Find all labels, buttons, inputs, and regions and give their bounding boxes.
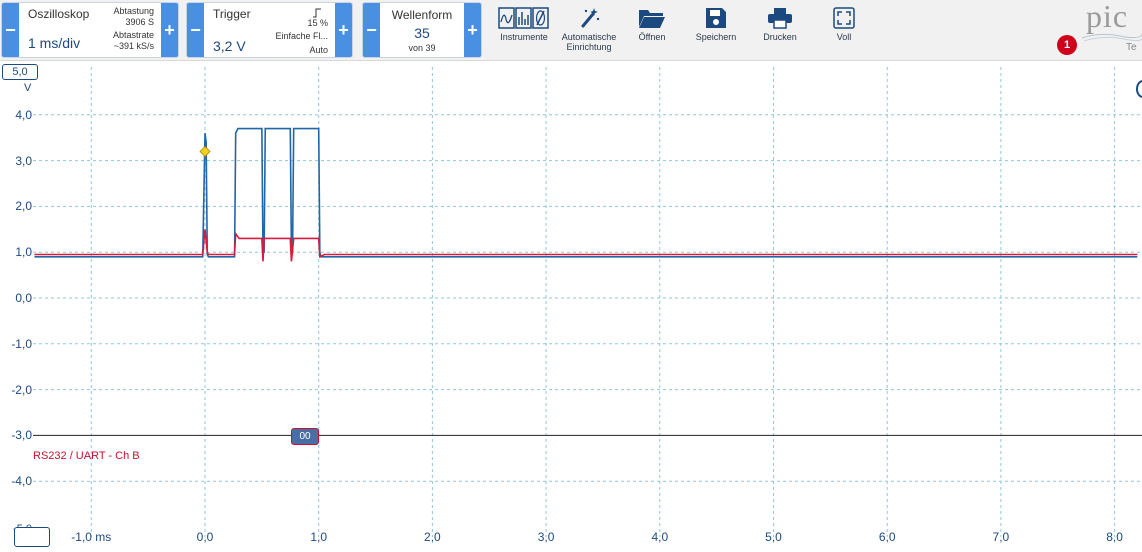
trigger-percent[interactable]: 15 % bbox=[307, 18, 328, 28]
trigger-title: Trigger bbox=[213, 7, 251, 21]
sampling-label: Abtastung bbox=[113, 6, 154, 16]
y-max-handle[interactable]: 5,0 bbox=[2, 64, 38, 80]
company-logo: pic Te bbox=[1080, 2, 1142, 58]
x-tick-label: -1,0 ms bbox=[71, 530, 112, 544]
trigger-auto[interactable]: Auto bbox=[309, 45, 328, 55]
timebase-value[interactable]: 1 ms/div bbox=[28, 35, 80, 51]
timebase-minus-button[interactable]: − bbox=[2, 3, 19, 57]
print-button[interactable]: Drucken bbox=[752, 4, 808, 56]
save-icon bbox=[688, 4, 744, 32]
fullscreen-icon bbox=[816, 4, 872, 32]
rate-value: ~391 kS/s bbox=[113, 41, 154, 51]
x-tick-label: 4,0 bbox=[651, 530, 669, 544]
x-tick-label: 7,0 bbox=[992, 530, 1010, 544]
instruments-icon bbox=[492, 4, 556, 32]
y-tick-label: 2,0 bbox=[15, 199, 32, 214]
y-tick-label: 4,0 bbox=[15, 107, 32, 122]
trigger-mode[interactable]: Einfache Fl... bbox=[275, 31, 328, 41]
rate-label: Abtastrate bbox=[112, 30, 154, 40]
decoder-label: RS232 / UART - Ch B bbox=[33, 450, 140, 462]
trigger-marker[interactable] bbox=[199, 145, 211, 158]
x-tick-label: 8,0 bbox=[1106, 530, 1123, 544]
auto-setup-button[interactable]: Automatische Einrichtung bbox=[558, 4, 620, 56]
trigger-minus-button[interactable]: − bbox=[187, 3, 204, 57]
folder-open-icon bbox=[624, 4, 680, 32]
save-label: Speichern bbox=[695, 32, 737, 42]
print-label: Drucken bbox=[763, 32, 797, 42]
scope-title: Oszilloskop bbox=[28, 7, 90, 21]
y-tick-label: 1,0 bbox=[15, 245, 32, 260]
auto-setup-label-1: Automatische bbox=[561, 32, 617, 42]
notification-badge[interactable]: 1 bbox=[1057, 35, 1077, 55]
y-tick-label: -4,0 bbox=[11, 474, 32, 489]
decoder-packet[interactable]: 00 bbox=[291, 428, 319, 445]
x-tick-label: 6,0 bbox=[878, 530, 896, 544]
x-tick-label: 1,0 bbox=[310, 530, 328, 544]
open-label: Öffnen bbox=[638, 32, 666, 42]
logo-subtext: Te bbox=[1126, 42, 1137, 53]
y-tick-label: -1,0 bbox=[11, 336, 32, 351]
waveform-of: von 39 bbox=[408, 43, 436, 53]
oscilloscope-view[interactable] bbox=[0, 60, 1142, 547]
printer-icon bbox=[752, 4, 808, 32]
waveform-plus-button[interactable]: + bbox=[464, 3, 481, 57]
trigger-group: − Trigger 3,2 V 15 % Einfache Fl... Auto… bbox=[186, 2, 353, 58]
y-tick-label: 3,0 bbox=[15, 153, 32, 168]
open-button[interactable]: Öffnen bbox=[624, 4, 680, 56]
waveform-minus-button[interactable]: − bbox=[363, 3, 380, 57]
x-tick-label: 0,0 bbox=[196, 530, 214, 544]
auto-setup-label-2: Einrichtung bbox=[566, 42, 612, 52]
fullscreen-label: Voll bbox=[836, 32, 852, 42]
y-tick-label: 0,0 bbox=[15, 291, 32, 305]
scope-group: − Oszilloskop 1 ms/div Abtastung 3906 S … bbox=[1, 2, 179, 58]
save-button[interactable]: Speichern bbox=[688, 4, 744, 56]
sampling-value[interactable]: 3906 S bbox=[125, 17, 154, 27]
waveform-group: − Wellenform 35 von 39 + bbox=[362, 2, 482, 58]
magic-wand-icon bbox=[558, 4, 620, 32]
trigger-level[interactable]: 3,2 V bbox=[213, 38, 246, 54]
y-tick-label: -3,0 bbox=[11, 428, 32, 443]
trigger-plus-button[interactable]: + bbox=[335, 3, 352, 57]
instruments-button[interactable]: Instrumente bbox=[492, 4, 556, 56]
y-min-handle[interactable] bbox=[14, 527, 50, 547]
fullscreen-button[interactable]: Voll bbox=[816, 4, 872, 56]
timebase-plus-button[interactable]: + bbox=[161, 3, 178, 57]
y-unit-label: V bbox=[24, 82, 32, 94]
x-tick-label: 3,0 bbox=[537, 530, 555, 544]
channel-a-trace bbox=[34, 127, 1138, 258]
x-tick-label: 2,0 bbox=[424, 530, 441, 544]
toolbar: − Oszilloskop 1 ms/div Abtastung 3906 S … bbox=[0, 0, 1142, 61]
y-tick-label: -2,0 bbox=[11, 382, 32, 397]
waveform-number[interactable]: 35 bbox=[380, 25, 464, 41]
waveform-title: Wellenform bbox=[391, 8, 453, 22]
x-tick-label: 5,0 bbox=[765, 530, 782, 544]
waveform-chart[interactable] bbox=[0, 60, 1142, 547]
instruments-label: Instrumente bbox=[500, 32, 548, 42]
